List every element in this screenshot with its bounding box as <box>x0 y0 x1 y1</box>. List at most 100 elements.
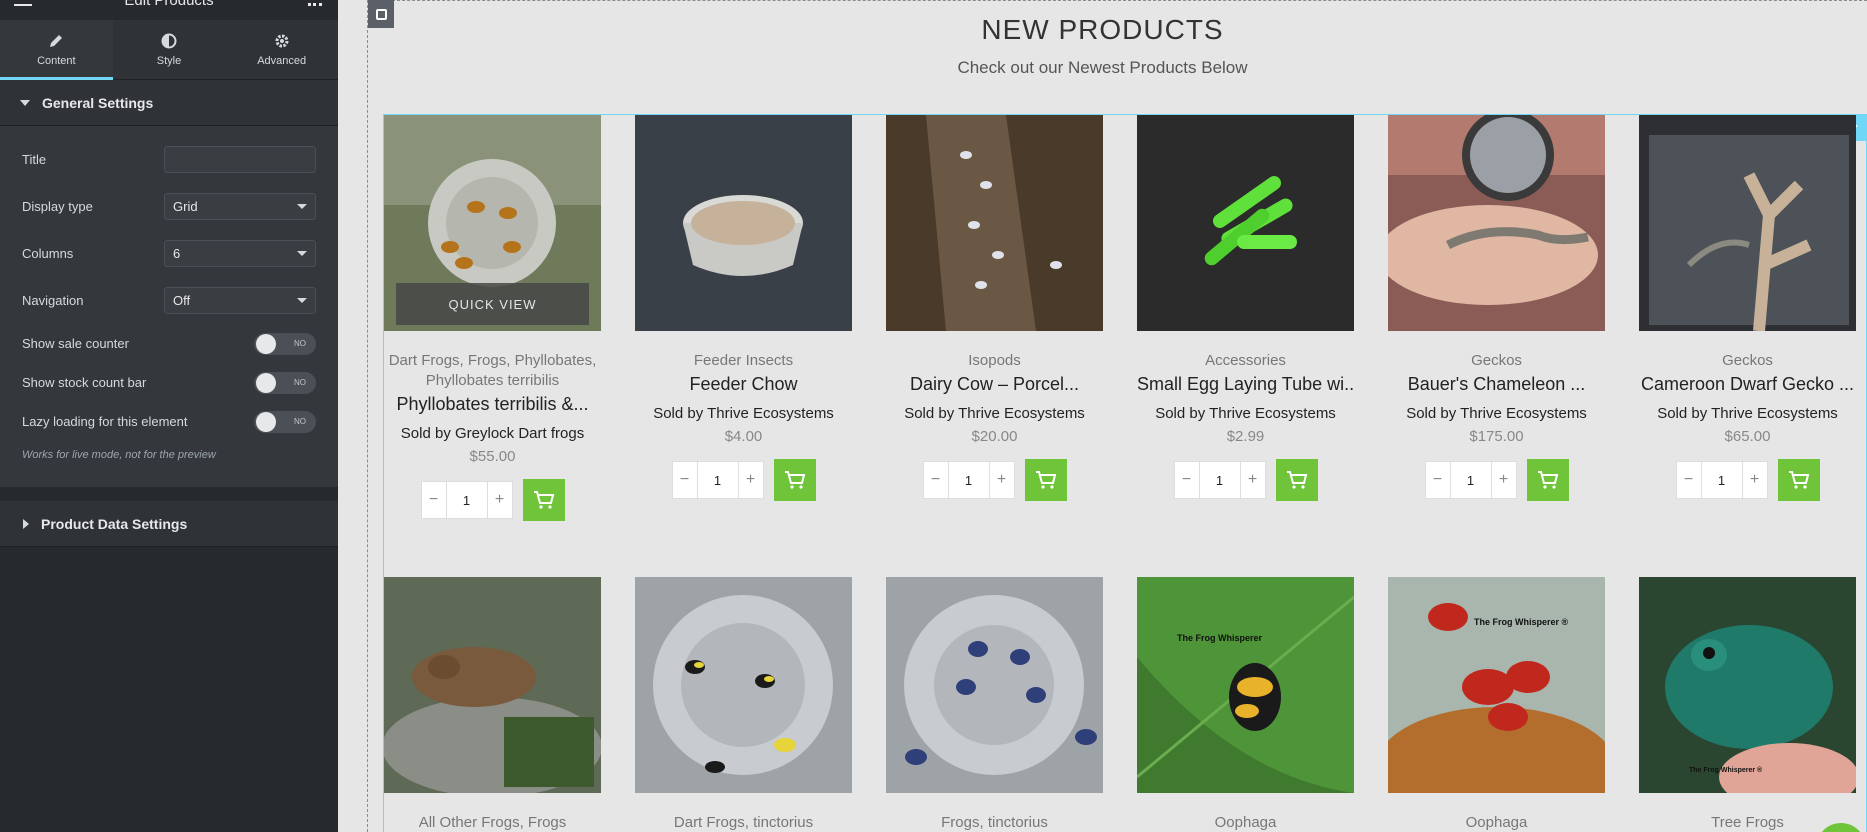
decrease-quantity-button[interactable]: − <box>1677 462 1701 498</box>
product-category[interactable]: Isopods <box>886 351 1103 371</box>
quantity-stepper: − 1 + <box>1424 461 1517 499</box>
widgets-grid-icon[interactable] <box>308 0 322 6</box>
quantity-value[interactable]: 1 <box>1449 462 1492 498</box>
product-data-settings-header[interactable]: Product Data Settings <box>0 501 338 547</box>
add-to-cart-button[interactable] <box>1024 459 1067 501</box>
product-image[interactable]: The Frog Whisperer ® <box>1388 577 1605 793</box>
product-seller[interactable]: Sold by Thrive Ecosystems <box>1137 405 1354 422</box>
decrease-quantity-button[interactable]: − <box>673 462 697 498</box>
product-name[interactable]: Bauer's Chameleon ... <box>1388 374 1605 395</box>
increase-quantity-button[interactable]: + <box>1492 462 1516 498</box>
toggle-label: Lazy loading for this element <box>22 414 188 429</box>
stock-bar-row: Show stock count bar NO <box>22 363 316 402</box>
add-to-cart-button[interactable] <box>773 459 816 501</box>
product-category[interactable]: Frogs, tinctorius <box>886 813 1103 832</box>
tree-frog-image <box>1639 577 1856 793</box>
product-category[interactable]: Dart Frogs, Frogs, Phyllobates, Phylloba… <box>384 351 601 391</box>
product-seller[interactable]: Sold by Thrive Ecosystems <box>886 405 1103 422</box>
decrease-quantity-button[interactable]: − <box>924 462 948 498</box>
product-image[interactable] <box>1137 115 1354 331</box>
quick-view-button[interactable]: QUICK VIEW <box>396 283 589 325</box>
quantity-value[interactable]: 1 <box>445 482 488 518</box>
product-category[interactable]: Oophaga <box>1137 813 1354 832</box>
product-card[interactable]: Frogs, tinctorius <box>886 577 1103 832</box>
add-to-cart-button[interactable] <box>522 479 565 521</box>
lazy-loading-row: Lazy loading for this element NO <box>22 402 316 441</box>
products-widget[interactable]: QUICK VIEW Dart Frogs, Frogs, Phyllobate… <box>383 114 1867 832</box>
product-card[interactable]: Geckos Cameroon Dwarf Gecko ... Sold by … <box>1639 115 1856 501</box>
quantity-value[interactable]: 1 <box>947 462 990 498</box>
product-card[interactable]: The Frog Whisperer Oophaga <box>1137 577 1354 832</box>
product-category[interactable]: All Other Frogs, Frogs <box>384 813 601 832</box>
decrease-quantity-button[interactable]: − <box>422 482 446 518</box>
lazy-loading-toggle[interactable]: NO <box>254 410 316 433</box>
increase-quantity-button[interactable]: + <box>1241 462 1265 498</box>
add-to-cart-button[interactable] <box>1275 459 1318 501</box>
product-image[interactable] <box>635 115 852 331</box>
product-name[interactable]: Small Egg Laying Tube wi... <box>1137 374 1354 395</box>
display-type-label: Display type <box>22 199 93 214</box>
product-card[interactable]: All Other Frogs, Frogs <box>384 577 601 832</box>
product-image[interactable] <box>886 115 1103 331</box>
title-input[interactable] <box>164 146 316 173</box>
product-image[interactable] <box>886 577 1103 793</box>
cart-icon <box>1035 471 1056 489</box>
product-image[interactable] <box>1639 115 1856 331</box>
product-card[interactable]: Isopods Dairy Cow – Porcel... Sold by Th… <box>886 115 1103 501</box>
stock-count-toggle[interactable]: NO <box>254 371 316 394</box>
product-seller[interactable]: Sold by Greylock Dart frogs <box>384 425 601 442</box>
product-card[interactable]: Geckos Bauer's Chameleon ... Sold by Thr… <box>1388 115 1605 501</box>
product-seller[interactable]: Sold by Thrive Ecosystems <box>635 405 852 422</box>
columns-label: Columns <box>22 246 74 261</box>
add-to-cart-button[interactable] <box>1526 459 1569 501</box>
navigation-select[interactable]: Off <box>164 287 316 314</box>
product-seller[interactable]: Sold by Thrive Ecosystems <box>1388 405 1605 422</box>
product-seller[interactable]: Sold by Thrive Ecosystems <box>1639 405 1856 422</box>
product-category[interactable]: Geckos <box>1639 351 1856 371</box>
product-category[interactable]: Accessories <box>1137 351 1354 371</box>
display-type-row: Display type Grid <box>22 183 316 230</box>
decrease-quantity-button[interactable]: − <box>1175 462 1199 498</box>
product-category[interactable]: Oophaga <box>1388 813 1605 832</box>
product-name[interactable]: Cameroon Dwarf Gecko ... <box>1639 374 1856 395</box>
quantity-value[interactable]: 1 <box>696 462 739 498</box>
add-to-cart-button[interactable] <box>1777 459 1820 501</box>
product-card[interactable]: The Frog Whisperer ® Tree Frogs <box>1639 577 1856 832</box>
tab-advanced[interactable]: Advanced <box>225 20 338 79</box>
quantity-stepper: − 1 + <box>922 461 1015 499</box>
product-category[interactable]: Geckos <box>1388 351 1605 371</box>
increase-quantity-button[interactable]: + <box>990 462 1014 498</box>
product-category[interactable]: Feeder Insects <box>635 351 852 371</box>
product-image[interactable] <box>1388 115 1605 331</box>
product-image[interactable]: The Frog Whisperer <box>1137 577 1354 793</box>
tab-style[interactable]: Style <box>113 20 226 79</box>
display-type-select[interactable]: Grid <box>164 193 316 220</box>
general-settings-header[interactable]: General Settings <box>0 80 338 126</box>
product-card[interactable]: QUICK VIEW Dart Frogs, Frogs, Phyllobate… <box>384 115 601 521</box>
cart-icon <box>784 471 805 489</box>
quantity-value[interactable]: 1 <box>1700 462 1743 498</box>
increase-quantity-button[interactable]: + <box>739 462 763 498</box>
increase-quantity-button[interactable]: + <box>488 482 512 518</box>
product-card[interactable]: The Frog Whisperer ® Oophaga <box>1388 577 1605 832</box>
product-name[interactable]: Feeder Chow <box>635 374 852 395</box>
product-name[interactable]: Phyllobates terribilis &... <box>384 394 601 415</box>
product-image[interactable]: QUICK VIEW <box>384 115 601 331</box>
increase-quantity-button[interactable]: + <box>1743 462 1767 498</box>
product-card[interactable]: Dart Frogs, tinctorius <box>635 577 852 832</box>
product-name[interactable]: Dairy Cow – Porcel... <box>886 374 1103 395</box>
product-image[interactable] <box>635 577 852 793</box>
decrease-quantity-button[interactable]: − <box>1426 462 1450 498</box>
product-image[interactable]: The Frog Whisperer ® <box>1639 577 1856 793</box>
sale-counter-toggle[interactable]: NO <box>254 332 316 355</box>
product-price: $65.00 <box>1724 428 1771 445</box>
product-card[interactable]: Accessories Small Egg Laying Tube wi... … <box>1137 115 1354 501</box>
quantity-stepper: − 1 + <box>1173 461 1266 499</box>
columns-select[interactable]: 6 <box>164 240 316 267</box>
product-category[interactable]: Dart Frogs, tinctorius <box>635 813 852 832</box>
caret-down-icon <box>20 99 30 106</box>
product-card[interactable]: Feeder Insects Feeder Chow Sold by Thriv… <box>635 115 852 501</box>
tab-content[interactable]: Content <box>0 20 113 80</box>
product-image[interactable] <box>384 577 601 793</box>
quantity-value[interactable]: 1 <box>1198 462 1241 498</box>
